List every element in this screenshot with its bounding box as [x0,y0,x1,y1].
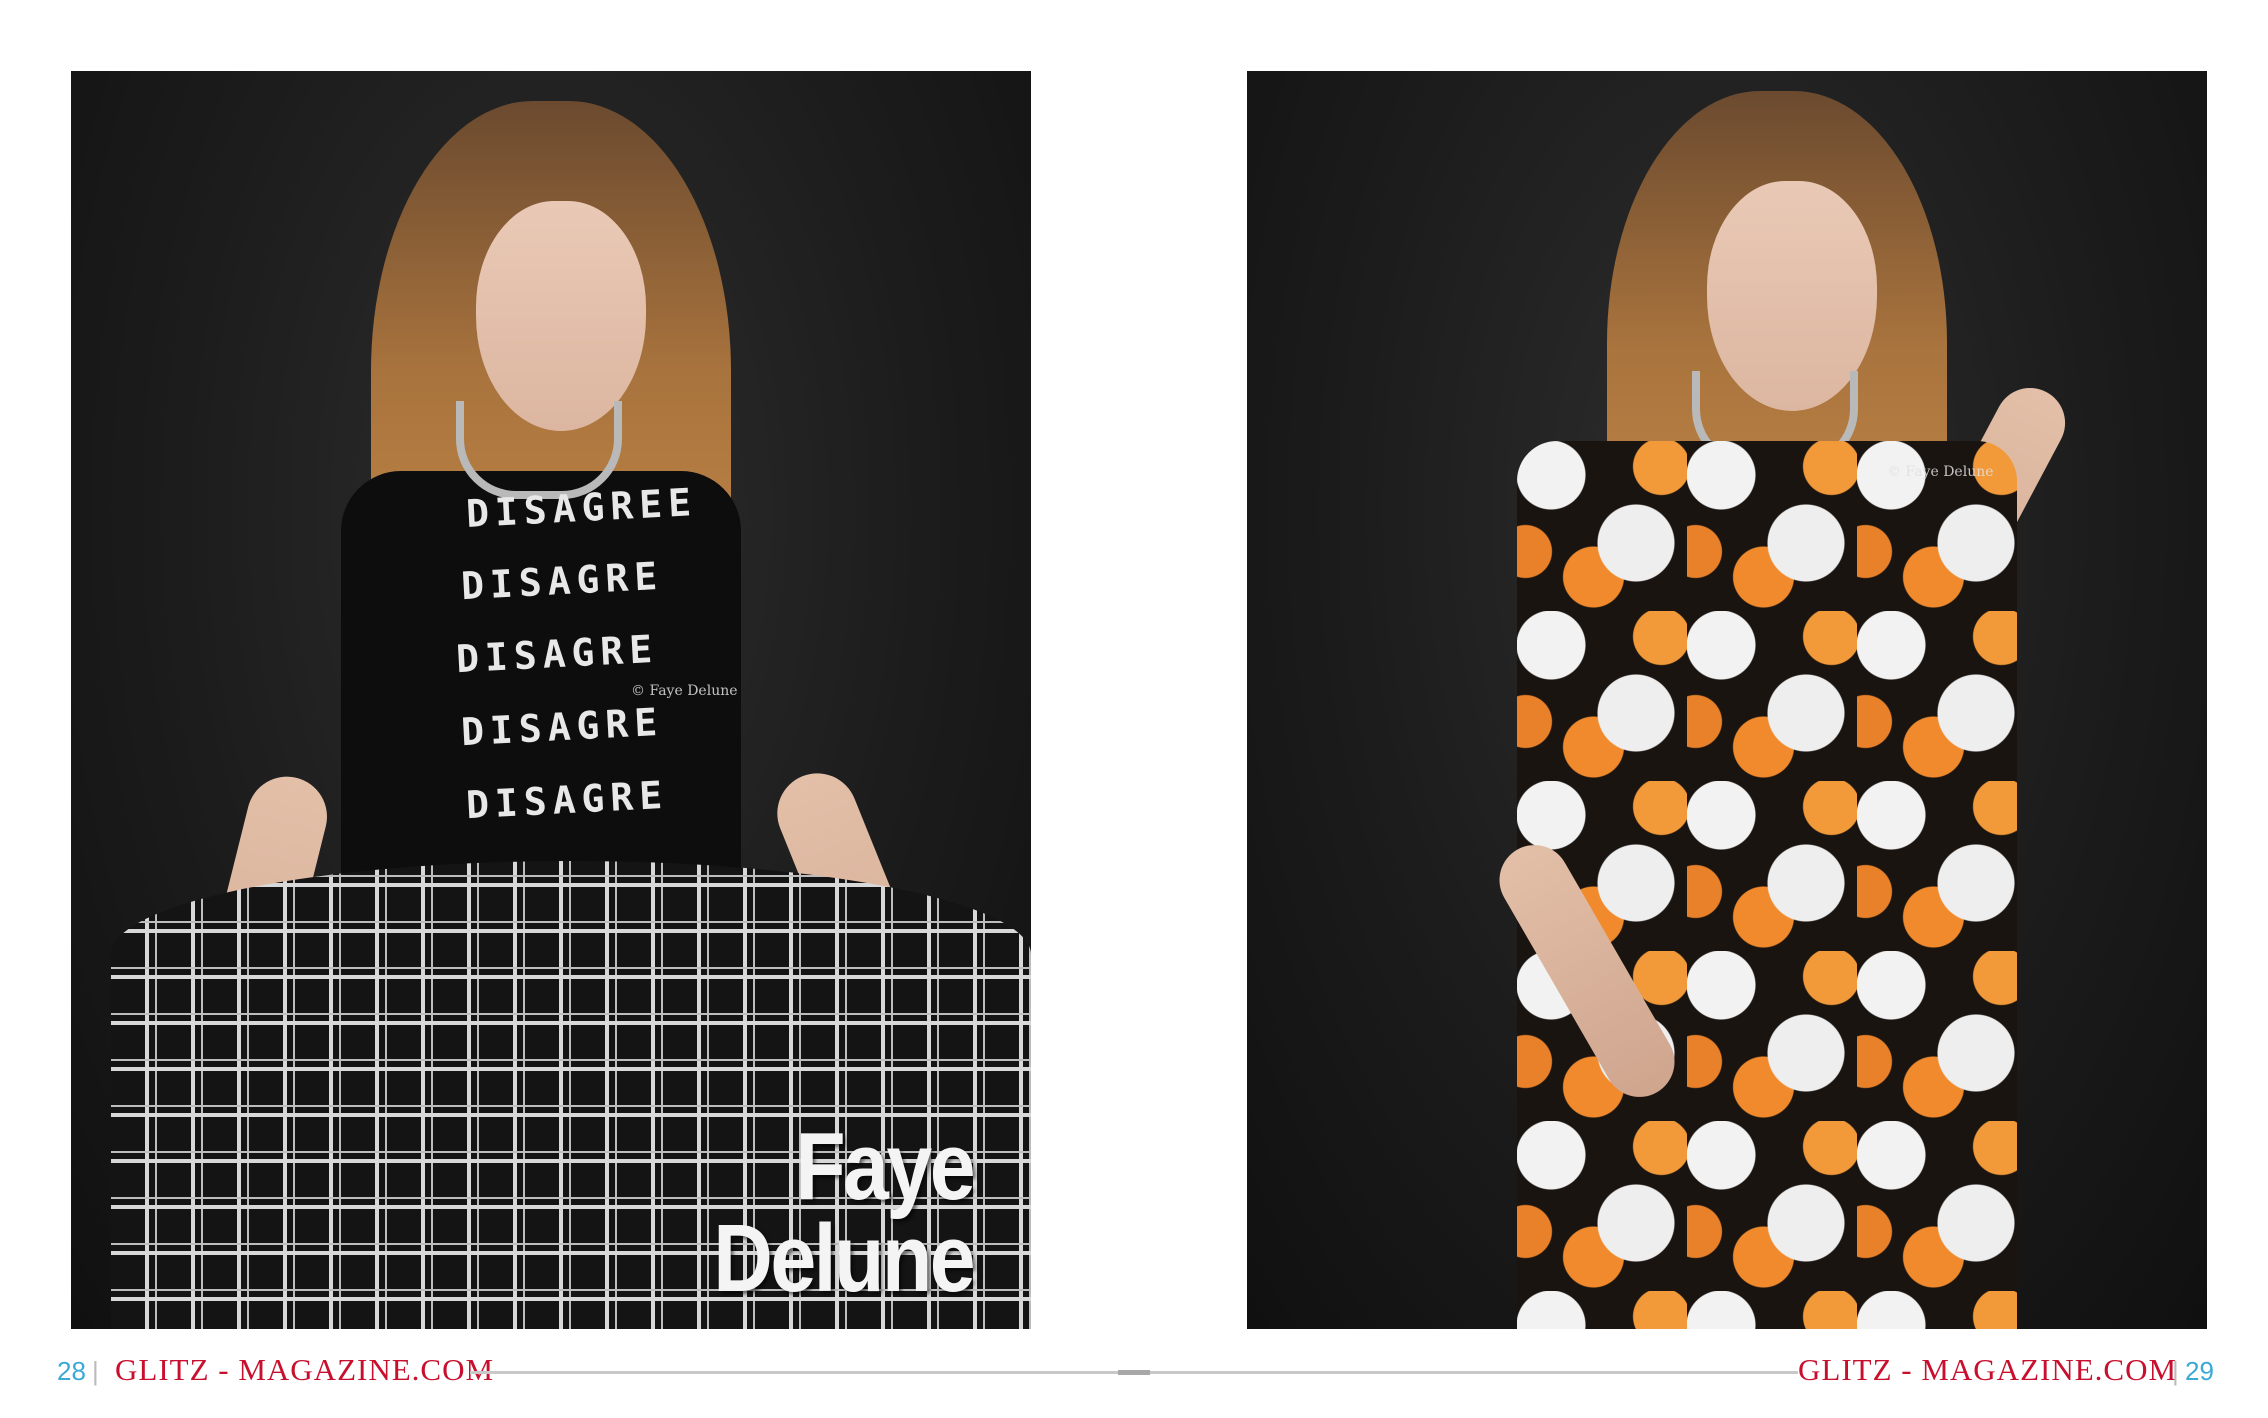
site-name-left: GLITZ - MAGAZINE.COM [115,1352,495,1387]
page-number-left: 28 [57,1356,86,1386]
footer-divider-right [1150,1371,1798,1374]
page-number-separator-left: | [92,1356,99,1386]
footer-divider-center [1118,1370,1150,1375]
right-page-photo: © Faye Delune [1247,71,2207,1329]
photo-watermark: © Faye Delune [1887,464,1994,480]
model-name-caption: Faye Delune [713,1113,975,1312]
model-face [476,201,646,431]
footer-divider-left [470,1371,1118,1374]
left-page-photo: DISAGREE DISAGRE DISAGRE DISAGRE DISAGRE… [71,71,1031,1329]
site-name-right: GLITZ - MAGAZINE.COM [1798,1352,2178,1387]
magazine-spread: DISAGREE DISAGRE DISAGRE DISAGRE DISAGRE… [0,0,2268,1418]
page-number-right: 29 [2185,1356,2214,1386]
page-number-separator-right: | [2172,1356,2179,1386]
model-skull-print-dress [1517,441,2017,1329]
caption-last-name: Delune [713,1205,975,1312]
photo-watermark: © Faye Delune [631,683,738,699]
caption-first-name: Faye [795,1113,975,1220]
